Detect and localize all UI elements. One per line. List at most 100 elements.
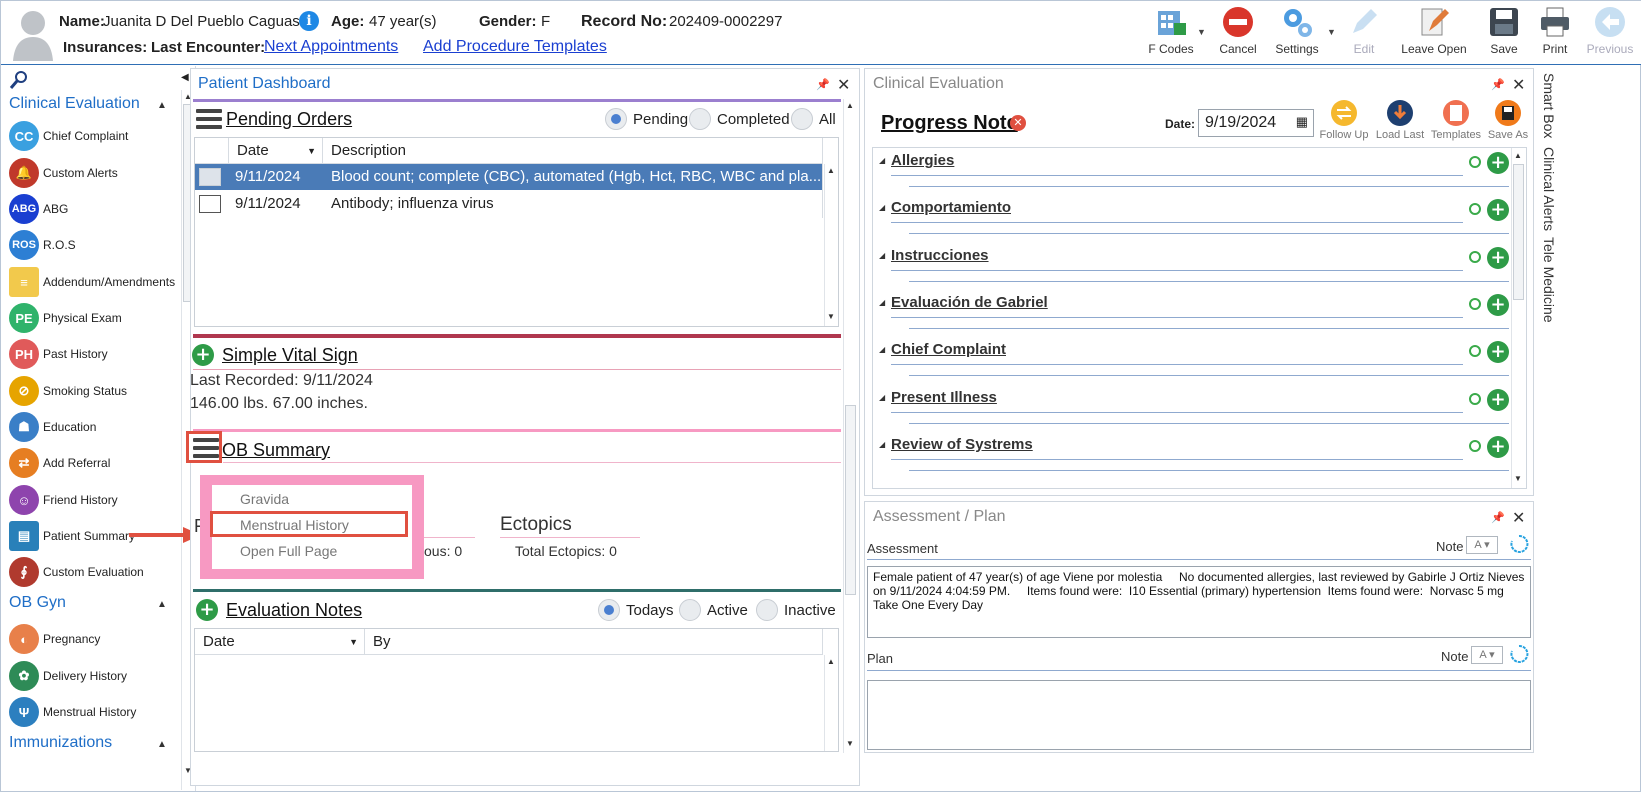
group-ob-gyn[interactable]: OB Gyn (9, 594, 66, 612)
add-procedure-templates-link[interactable]: Add Procedure Templates (423, 38, 607, 56)
dashboard-scrollbar[interactable]: ▲ ▼ (843, 99, 857, 753)
leave-open-button[interactable]: Leave Open (1397, 5, 1471, 61)
search-icon[interactable] (9, 70, 29, 90)
save-button[interactable]: Save (1479, 5, 1529, 61)
filter-inactive-radio[interactable]: Inactive (756, 599, 836, 621)
note-section[interactable]: ◢ Present Illness + (879, 388, 1509, 424)
filter-active-radio[interactable]: Active (679, 599, 748, 621)
pin-icon[interactable]: 📌 (1491, 511, 1505, 524)
sidebar-item-past-history[interactable]: PH Past History (9, 337, 179, 371)
alarm-clock-icon[interactable] (1469, 297, 1481, 310)
scroll-down-icon[interactable]: ▼ (1514, 474, 1522, 483)
calendar-icon[interactable]: ▦ (1296, 114, 1308, 130)
date-input[interactable]: 9/19/2024 ▦ (1198, 109, 1314, 137)
collapse-triangle-icon[interactable]: ◢ (879, 298, 885, 307)
sidebar-item-custom-evaluation[interactable]: ∮ Custom Evaluation (9, 555, 179, 589)
date-column-header[interactable]: Date ▼ (195, 629, 365, 655)
refresh-icon[interactable] (1509, 644, 1529, 664)
note-section-title[interactable]: Chief Complaint (891, 341, 1006, 358)
sidebar-item-ros[interactable]: ROS R.O.S (9, 228, 179, 262)
table-row[interactable]: 9/11/2024 Antibody; influenza virus (195, 191, 822, 217)
note-section-title[interactable]: Instrucciones (891, 247, 989, 264)
previous-button[interactable]: Previous (1581, 5, 1639, 61)
fcodes-button[interactable]: F Codes (1139, 5, 1203, 61)
plan-textarea[interactable] (867, 680, 1531, 750)
close-icon[interactable]: ✕ (1512, 508, 1525, 528)
add-section-icon[interactable]: + (1487, 246, 1509, 269)
assessment-textarea[interactable] (867, 566, 1531, 638)
sidebar-item-add-referral[interactable]: ⇄ Add Referral (9, 446, 179, 480)
menu-item-open-full-page[interactable]: Open Full Page (240, 543, 337, 559)
row-checkbox[interactable] (199, 168, 221, 186)
orders-scrollbar[interactable]: ▲ ▼ (824, 164, 838, 326)
scroll-up-icon[interactable]: ▲ (1514, 151, 1522, 160)
add-section-icon[interactable]: + (1487, 435, 1509, 458)
tab-smart-box[interactable]: Smart Box (1541, 73, 1557, 138)
note-section[interactable]: ◢ Review of Systrems + (879, 435, 1509, 471)
row-checkbox[interactable] (199, 195, 221, 213)
progress-note-title[interactable]: Progress Note (881, 112, 1018, 135)
sidebar-item-physical-exam[interactable]: PE Physical Exam (9, 301, 179, 335)
add-note-icon[interactable]: + (196, 599, 218, 621)
ob-summary-menu-button[interactable] (186, 431, 222, 463)
note-section[interactable]: ◢ Chief Complaint + (879, 341, 1509, 377)
scroll-up-icon[interactable]: ▲ (827, 657, 835, 666)
ob-summary-title[interactable]: OB Summary (222, 440, 330, 461)
scroll-down-icon[interactable]: ▼ (846, 739, 854, 748)
note-section-title[interactable]: Comportamiento (891, 199, 1011, 216)
close-icon[interactable]: ✕ (1512, 75, 1525, 95)
sidebar-item-menstrual-history[interactable]: Ψ Menstrual History (9, 695, 179, 729)
note-section[interactable]: ◢ Evaluación de Gabriel + (879, 293, 1509, 329)
date-column-header[interactable]: Date ▼ (229, 138, 323, 164)
next-appointments-link[interactable]: Next Appointments (264, 38, 398, 56)
collapse-triangle-icon[interactable]: ◢ (879, 393, 885, 402)
pin-icon[interactable]: 📌 (1491, 78, 1505, 91)
note-section[interactable]: ◢ Comportamiento + (879, 199, 1509, 235)
chevron-up-icon[interactable]: ▲ (157, 100, 167, 111)
close-icon[interactable]: ✕ (837, 75, 850, 95)
collapse-triangle-icon[interactable]: ◢ (879, 345, 885, 354)
alarm-clock-icon[interactable] (1469, 156, 1481, 168)
note-scrollbar[interactable]: ▲ ▼ (1511, 148, 1525, 488)
add-section-icon[interactable]: + (1487, 152, 1509, 174)
sidebar-item-pregnancy[interactable]: ◐ Pregnancy (9, 622, 179, 656)
scroll-up-icon[interactable]: ▲ (846, 101, 854, 110)
filter-all-radio[interactable]: All (791, 108, 836, 130)
add-section-icon[interactable]: + (1487, 388, 1509, 411)
scroll-thumb[interactable] (1513, 164, 1524, 300)
info-icon[interactable]: i (299, 11, 319, 31)
notes-scrollbar[interactable]: ▲ (824, 655, 838, 751)
chevron-up-icon[interactable]: ▲ (157, 739, 167, 750)
sidebar-item-addendum[interactable]: ≡ Addendum/Amendments (9, 265, 179, 299)
sidebar-item-friend-history[interactable]: ☺ Friend History (9, 483, 179, 517)
note-section[interactable]: ◢ Allergies + (879, 152, 1509, 187)
scroll-down-icon[interactable]: ▼ (827, 312, 835, 321)
by-column-header[interactable]: By (365, 629, 823, 655)
menu-item-gravida[interactable]: Gravida (240, 491, 289, 507)
refresh-icon[interactable] (1509, 534, 1529, 554)
note-section-title[interactable]: Review of Systrems (891, 436, 1033, 453)
scroll-up-icon[interactable]: ▲ (827, 166, 835, 175)
pending-orders-title[interactable]: Pending Orders (226, 109, 352, 130)
note-section-title[interactable]: Allergies (891, 152, 954, 169)
filter-pending-radio[interactable]: Pending (605, 108, 688, 130)
group-clinical-evaluation[interactable]: Clinical Evaluation (9, 95, 140, 113)
collapse-triangle-icon[interactable]: ◢ (879, 440, 885, 449)
vital-sign-title[interactable]: Simple Vital Sign (222, 345, 358, 366)
alarm-clock-icon[interactable] (1469, 439, 1481, 452)
sidebar-item-custom-alerts[interactable]: 🔔 Custom Alerts (9, 156, 179, 190)
settings-button[interactable]: Settings (1267, 5, 1327, 61)
note-section-title[interactable]: Evaluación de Gabriel (891, 294, 1048, 311)
add-section-icon[interactable]: + (1487, 293, 1509, 316)
table-row[interactable]: 9/11/2024 Blood count; complete (CBC), a… (195, 164, 822, 190)
alarm-clock-icon[interactable] (1469, 392, 1481, 405)
evaluation-notes-title[interactable]: Evaluation Notes (226, 600, 362, 621)
remove-note-icon[interactable]: ✕ (1010, 115, 1026, 131)
collapse-sidebar-icon[interactable]: ◀ (181, 72, 189, 83)
sidebar-item-abg[interactable]: ABG ABG (9, 192, 179, 226)
pin-icon[interactable]: 📌 (816, 78, 830, 91)
note-type-dropdown[interactable]: A ▾ (1471, 646, 1503, 664)
print-button[interactable]: Print (1531, 5, 1579, 61)
sidebar-item-chief-complaint[interactable]: CC Chief Complaint (9, 119, 179, 153)
group-immunizations[interactable]: Immunizations (9, 734, 112, 752)
